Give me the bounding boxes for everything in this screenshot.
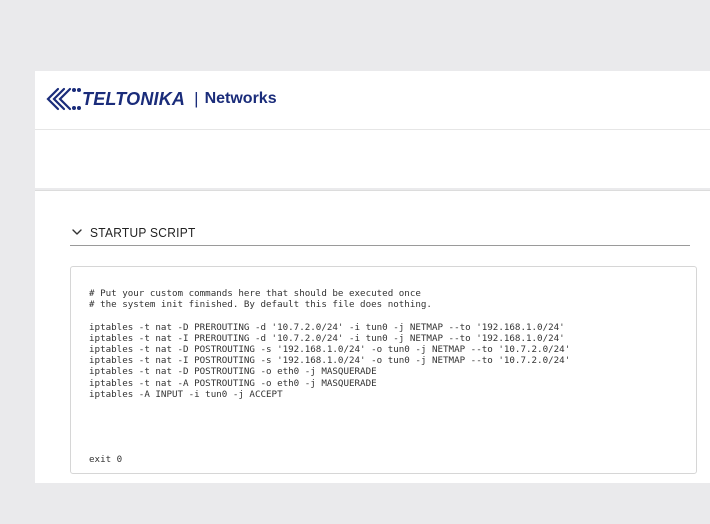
brand-separator: | xyxy=(194,89,199,108)
chevron-down-icon[interactable] xyxy=(70,225,84,239)
page-frame: TELTONIKA | Networks STARTUP SCRIPT # Pu… xyxy=(0,0,710,524)
startup-script-editor[interactable]: # Put your custom commands here that sho… xyxy=(70,266,697,474)
main-content: STARTUP SCRIPT # Put your custom command… xyxy=(35,190,710,483)
sub-bar xyxy=(35,130,710,188)
teltonika-logo-icon xyxy=(46,87,81,111)
startup-script-section-header[interactable]: STARTUP SCRIPT xyxy=(70,219,690,246)
brand-product: Networks xyxy=(204,90,277,107)
top-header: TELTONIKA | Networks xyxy=(35,71,710,130)
script-exit-line[interactable]: exit 0 xyxy=(89,454,122,465)
brand-name: TELTONIKA xyxy=(82,88,186,109)
section-title: STARTUP SCRIPT xyxy=(90,224,196,240)
script-text[interactable]: # Put your custom commands here that sho… xyxy=(89,288,570,400)
teltonika-logo[interactable]: TELTONIKA | Networks xyxy=(44,84,277,114)
